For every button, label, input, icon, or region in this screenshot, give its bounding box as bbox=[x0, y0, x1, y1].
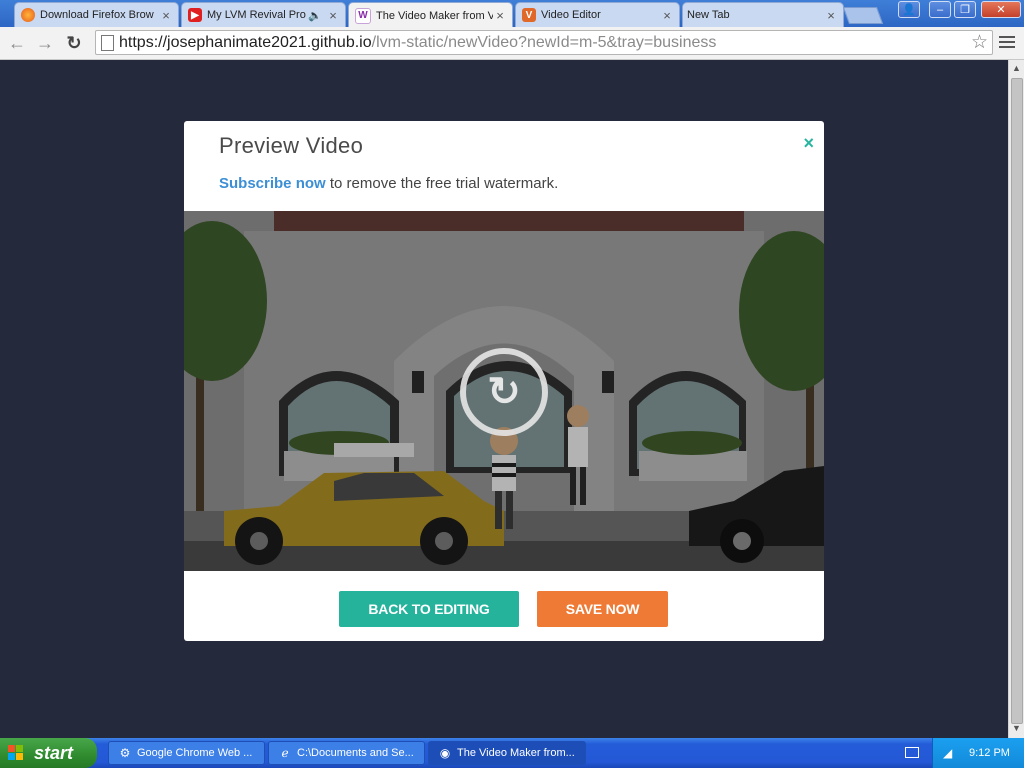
preview-video-modal: Preview Video × Subscribe now to remove … bbox=[184, 121, 824, 641]
page-icon bbox=[101, 35, 114, 51]
back-to-editing-button[interactable]: BACK TO EDITING bbox=[339, 591, 519, 627]
menu-icon[interactable] bbox=[999, 33, 1015, 53]
ie-icon: ℯ bbox=[281, 746, 289, 761]
network-icon[interactable]: ◢ bbox=[943, 746, 959, 760]
forward-arrow-icon[interactable]: → bbox=[34, 32, 56, 54]
taskbar-item-label: C:\Documents and Se... bbox=[297, 747, 414, 759]
tab-video-maker[interactable]: W The Video Maker from V × bbox=[348, 2, 513, 28]
tab-label: New Tab bbox=[687, 9, 730, 21]
url-text: https://josephanimate2021.github.io/lvm-… bbox=[119, 34, 717, 51]
browser-toolbar: ← → ↻ https://josephanimate2021.github.i… bbox=[0, 27, 1024, 60]
youtube-icon: ▶ bbox=[188, 8, 202, 22]
taskbar-item-documents[interactable]: ℯ C:\Documents and Se... bbox=[268, 741, 425, 765]
windows-taskbar: start ⚙ Google Chrome Web ... ℯ C:\Documen… bbox=[0, 738, 1024, 768]
scroll-up-icon[interactable]: ▲ bbox=[1011, 63, 1022, 75]
subscribe-link[interactable]: Subscribe now bbox=[219, 175, 326, 192]
taskbar-item-label: The Video Maker from... bbox=[457, 747, 575, 759]
scrollbar-thumb[interactable] bbox=[1011, 78, 1023, 724]
tab-new-tab[interactable]: New Tab × bbox=[682, 2, 844, 27]
address-bar[interactable]: https://josephanimate2021.github.io/lvm-… bbox=[95, 30, 993, 55]
replay-button[interactable]: ↻ bbox=[460, 348, 548, 436]
browser-tab-strip: Download Firefox Brow × ▶ My LVM Revival… bbox=[0, 0, 1024, 28]
bookmark-star-icon[interactable]: ☆ bbox=[971, 31, 988, 54]
tab-label: Download Firefox Brow bbox=[40, 9, 154, 21]
clock: 9:12 PM bbox=[969, 747, 1010, 759]
chrome-installer-icon: ⚙ bbox=[119, 746, 131, 761]
video-preview[interactable]: ↻ bbox=[184, 211, 824, 571]
minimize-button[interactable]: – bbox=[929, 1, 951, 18]
taskbar-item-label: Google Chrome Web ... bbox=[137, 747, 253, 759]
replay-icon: ↻ bbox=[487, 370, 521, 414]
close-icon[interactable]: × bbox=[803, 133, 814, 154]
tab-label: The Video Maker from V bbox=[376, 9, 493, 22]
close-icon[interactable]: × bbox=[493, 8, 507, 23]
modal-title: Preview Video bbox=[219, 133, 364, 158]
windows-logo-icon bbox=[8, 745, 24, 761]
chrome-icon: ◉ bbox=[439, 746, 451, 761]
tab-video-editor[interactable]: V Video Editor × bbox=[515, 2, 680, 27]
close-icon[interactable]: × bbox=[824, 8, 838, 23]
user-icon[interactable]: 👤 bbox=[898, 1, 920, 18]
taskbar-item-video-maker[interactable]: ◉ The Video Maker from... bbox=[428, 741, 586, 765]
lvm-icon: W bbox=[355, 7, 371, 24]
subscribe-text: to remove the free trial watermark. bbox=[325, 175, 559, 192]
keyboard-icon[interactable] bbox=[905, 747, 919, 758]
scroll-down-icon[interactable]: ▼ bbox=[1011, 723, 1022, 735]
subscribe-message: Subscribe now to remove the free trial w… bbox=[219, 175, 558, 192]
vertical-scrollbar[interactable]: ▲ ▼ bbox=[1008, 60, 1024, 738]
close-window-button[interactable]: ✕ bbox=[981, 1, 1021, 18]
start-label: start bbox=[34, 743, 74, 763]
tab-download-firefox[interactable]: Download Firefox Brow × bbox=[14, 2, 179, 27]
restore-button[interactable]: ❐ bbox=[954, 1, 976, 18]
tab-label: Video Editor bbox=[541, 9, 601, 21]
back-arrow-icon[interactable]: ← bbox=[6, 32, 28, 54]
close-icon[interactable]: × bbox=[326, 8, 340, 23]
close-icon[interactable]: × bbox=[159, 8, 173, 23]
v-icon: V bbox=[522, 8, 536, 22]
start-button[interactable]: start bbox=[0, 738, 97, 768]
save-now-button[interactable]: SAVE NOW bbox=[537, 591, 668, 627]
tab-label: My LVM Revival Pro bbox=[207, 9, 306, 21]
firefox-icon bbox=[21, 8, 35, 22]
tab-lvm-revival[interactable]: ▶ My LVM Revival Pro 🔈 × bbox=[181, 2, 346, 27]
system-tray: ◢ 9:12 PM bbox=[932, 738, 1024, 768]
reload-icon[interactable]: ↻ bbox=[63, 32, 85, 54]
close-icon[interactable]: × bbox=[660, 8, 674, 23]
speaker-icon: 🔈 bbox=[308, 9, 322, 22]
new-tab-button[interactable] bbox=[842, 7, 884, 24]
taskbar-item-chrome-installer[interactable]: ⚙ Google Chrome Web ... bbox=[108, 741, 265, 765]
